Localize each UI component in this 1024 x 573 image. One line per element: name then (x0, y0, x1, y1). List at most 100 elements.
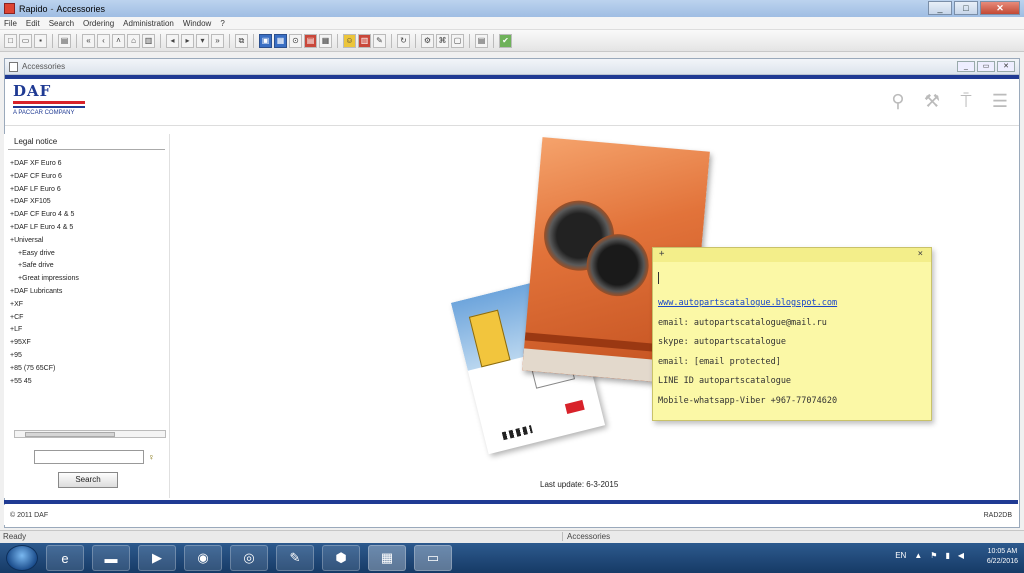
media-icon[interactable]: ▶ (138, 545, 176, 571)
tree-item[interactable]: +85 (75 65CF) (10, 363, 169, 376)
person-icon[interactable]: ☺ (343, 33, 356, 48)
tree-item[interactable]: +DAF Lubricants (10, 286, 169, 299)
legal-notice-link[interactable]: Legal notice (8, 134, 165, 150)
print-icon[interactable]: ▤ (58, 33, 71, 48)
calculator-icon[interactable]: ▤ (475, 33, 488, 48)
minimize-button[interactable]: _ (928, 1, 952, 15)
tree-item[interactable]: +Great impressions (10, 273, 169, 286)
menu-administration[interactable]: Administration (123, 19, 174, 28)
open-icon[interactable]: ▭ (19, 33, 32, 48)
save-icon[interactable]: ▪ (34, 33, 47, 48)
menu-file[interactable]: File (4, 19, 17, 28)
edit-icon[interactable]: ✎ (373, 33, 386, 48)
tree-item[interactable]: +Safe drive (10, 260, 169, 273)
add-note-icon[interactable]: + (659, 249, 664, 259)
ie-icon[interactable]: e (46, 545, 84, 571)
app-icon[interactable]: ✎ (276, 545, 314, 571)
up-icon[interactable]: ˄ (112, 33, 125, 48)
menu-search[interactable]: Search (49, 19, 74, 28)
menu-window[interactable]: Window (183, 19, 211, 28)
sticky-icon[interactable]: ▭ (414, 545, 452, 571)
fullscreen-icon[interactable]: ▢ (451, 33, 464, 48)
grid-icon[interactable]: ▦ (319, 33, 332, 48)
home-icon[interactable]: ⌂ (127, 33, 140, 48)
tool-icon[interactable]: ⚒ (921, 89, 943, 113)
header-band: DAF A PACCAR COMPANY ⚲ ⚒ ⍑ ☰ (5, 79, 1019, 126)
car-icon[interactable]: ▣ (259, 33, 272, 48)
firefox-icon[interactable]: ◉ (184, 545, 222, 571)
tree-item[interactable]: +95 (10, 350, 169, 363)
tree-item[interactable]: +DAF LF Euro 4 & 5 (10, 222, 169, 235)
tree-item[interactable]: +55 45 (10, 376, 169, 389)
inner-footer: © 2011 DAF RAD2DB (4, 505, 1018, 525)
settings-icon[interactable]: ⚙ (421, 33, 434, 48)
checkmark-icon[interactable]: ✔ (499, 33, 512, 48)
search-icon[interactable]: ♀ (148, 452, 155, 462)
menu-bar: File Edit Search Ordering Administration… (0, 17, 1024, 30)
clock[interactable]: 10:05 AM 6/22/2016 (987, 547, 1018, 567)
tray-arrow-icon[interactable]: ▲ (914, 551, 922, 560)
network-tray-icon[interactable]: ▮ (945, 551, 949, 560)
tree-item[interactable]: +LF (10, 324, 169, 337)
sticky-note[interactable]: + × www.autopartscatalogue.blogspot.com … (652, 247, 932, 421)
copy-icon[interactable]: ⧉ (235, 33, 248, 48)
catalog-icon[interactable]: ▦ (274, 33, 287, 48)
network-icon[interactable]: ⌘ (436, 33, 449, 48)
tree-item[interactable]: +DAF CF Euro 6 (10, 171, 169, 184)
menu-ordering[interactable]: Ordering (83, 19, 114, 28)
tree-item[interactable]: +Easy drive (10, 248, 169, 261)
menu-help[interactable]: ? (220, 19, 224, 28)
bookmark-icon[interactable]: ⍑ (955, 89, 977, 113)
note-line-skype: skype: autopartscatalogue (658, 337, 786, 347)
chrome-icon[interactable]: ◎ (230, 545, 268, 571)
list-icon[interactable]: ☰ (989, 89, 1011, 113)
volume-icon[interactable]: ◀ (958, 551, 964, 560)
inner-close-button[interactable]: ✕ (997, 61, 1015, 72)
search-input[interactable] (34, 450, 144, 464)
prev-icon[interactable]: ‹ (97, 33, 110, 48)
layout-icon[interactable]: ▥ (142, 33, 155, 48)
first-icon[interactable]: « (82, 33, 95, 48)
maximize-button[interactable]: □ (954, 1, 978, 15)
last-icon[interactable]: » (211, 33, 224, 48)
flag-icon[interactable]: ▤ (304, 33, 317, 48)
close-button[interactable]: ✕ (980, 1, 1020, 15)
inner-minimize-button[interactable]: _ (957, 61, 975, 72)
note-line-website[interactable]: www.autopartscatalogue.blogspot.com (658, 294, 837, 314)
back-icon[interactable]: ◂ (166, 33, 179, 48)
vm-icon[interactable]: ⬢ (322, 545, 360, 571)
wrench-icon[interactable]: ⚲ (887, 89, 909, 113)
title-bar: Rapido - Accessories _ □ ✕ (0, 0, 1024, 17)
tree-item[interactable]: +DAF LF Euro 6 (10, 184, 169, 197)
tree-item[interactable]: +95XF (10, 337, 169, 350)
footer-rule (4, 500, 1018, 504)
refresh-icon[interactable]: ↻ (397, 33, 410, 48)
new-icon[interactable]: □ (4, 33, 17, 48)
inner-restore-button[interactable]: ▭ (977, 61, 995, 72)
tree-scrollbar[interactable] (14, 430, 166, 438)
tree-item[interactable]: +DAF XF105 (10, 196, 169, 209)
flag-tray-icon[interactable]: ⚑ (930, 551, 937, 560)
last-update-text: Last update: 6-3-2015 (540, 480, 619, 489)
tree-item[interactable]: +CF (10, 312, 169, 325)
language-indicator[interactable]: EN (895, 551, 906, 560)
tree-item[interactable]: +DAF XF Euro 6 (10, 158, 169, 171)
search-button[interactable]: Search (58, 472, 118, 488)
rapido-icon[interactable]: ▦ (368, 545, 406, 571)
tree-item[interactable]: +DAF CF Euro 4 & 5 (10, 209, 169, 222)
sticky-note-bar[interactable]: + × (653, 248, 931, 262)
explorer-icon[interactable]: ▬ (92, 545, 130, 571)
down-icon[interactable]: ▾ (196, 33, 209, 48)
forward-icon[interactable]: ▸ (181, 33, 194, 48)
tree-item[interactable]: +Universal (10, 235, 169, 248)
close-note-icon[interactable]: × (918, 249, 923, 259)
report-icon[interactable]: ▥ (358, 33, 371, 48)
tree-item[interactable]: +XF (10, 299, 169, 312)
status-bar: Ready Accessories (0, 530, 1024, 543)
app-icon (4, 3, 15, 14)
zoom-icon[interactable]: ⊙ (289, 33, 302, 48)
start-icon[interactable] (6, 545, 38, 571)
note-line-email2: email: [email protected] (658, 356, 781, 367)
menu-edit[interactable]: Edit (26, 19, 40, 28)
document-icon (9, 61, 18, 72)
